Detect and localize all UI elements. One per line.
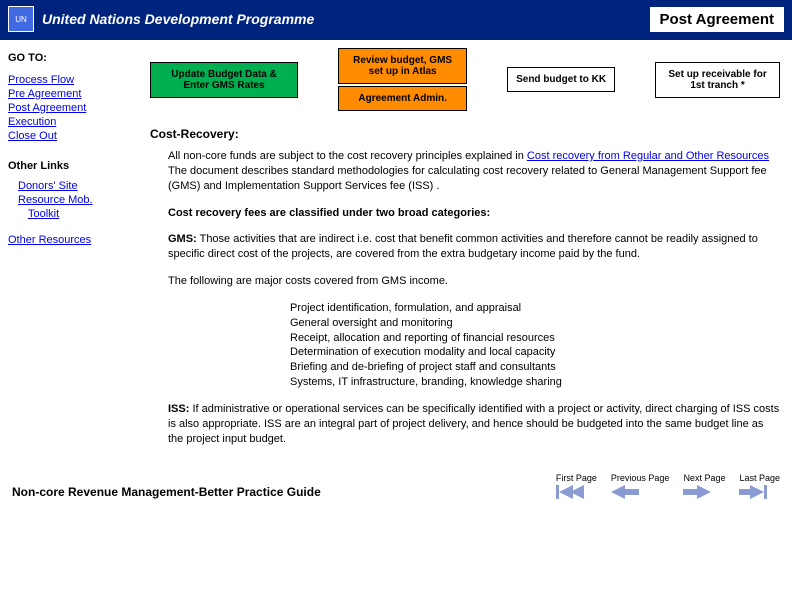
p1b: The document describes standard methodol… [168,165,767,192]
iss-label: ISS: [168,403,189,415]
main-content: Update Budget Data & Enter GMS Rates Rev… [146,40,792,467]
link-resource-mob[interactable]: Resource Mob. [18,194,138,206]
nav-close-out[interactable]: Close Out [8,130,138,142]
arrow-next-icon [683,485,711,499]
arrow-prev-icon [611,485,639,499]
section-cost-recovery: Cost-Recovery: [150,127,780,141]
arrow-first-icon [556,485,584,499]
btn-last-page[interactable]: Last Page [739,473,780,499]
goto-label: GO TO: [8,52,138,64]
iss-text: If administrative or operational service… [168,403,779,445]
gms-intro: The following are major costs covered fr… [168,274,780,289]
btn-label: First Page [556,473,597,483]
flow-send-kk[interactable]: Send budget to KK [507,67,615,92]
para-1: All non-core funds are subject to the co… [168,149,780,194]
gms-item: Receipt, allocation and reporting of fin… [290,331,780,346]
gms-item: Briefing and de-briefing of project staf… [290,360,780,375]
btn-label: Last Page [739,473,780,483]
btn-next-page[interactable]: Next Page [683,473,725,499]
gms-text: Those activities that are indirect i.e. … [168,233,758,260]
gms-item: Determination of execution modality and … [290,345,780,360]
gms-item: Systems, IT infrastructure, branding, kn… [290,375,780,390]
footer: Non-core Revenue Management-Better Pract… [0,467,792,507]
link-toolkit[interactable]: Toolkit [28,208,138,220]
btn-label: Next Page [683,473,725,483]
arrow-last-icon [739,485,767,499]
link-cost-recovery[interactable]: Cost recovery from Regular and Other Res… [527,150,769,162]
flow-review-budget[interactable]: Review budget, GMS set up in Atlas [338,48,467,84]
flow-update-budget[interactable]: Update Budget Data & Enter GMS Rates [150,62,298,98]
sidebar: GO TO: Process Flow Pre Agreement Post A… [0,40,146,467]
btn-first-page[interactable]: First Page [556,473,597,499]
undp-logo: UN [8,6,34,32]
nav-execution[interactable]: Execution [8,116,138,128]
nav-process-flow[interactable]: Process Flow [8,74,138,86]
nav-post-agreement[interactable]: Post Agreement [8,102,138,114]
link-other-resources[interactable]: Other Resources [8,234,138,246]
nav-pre-agreement[interactable]: Pre Agreement [8,88,138,100]
process-flow-row: Update Budget Data & Enter GMS Rates Rev… [150,48,780,111]
gms-para: GMS: Those activities that are indirect … [168,232,780,262]
header-bar: UN United Nations Development Programme … [0,0,792,38]
flow-agreement-admin[interactable]: Agreement Admin. [338,86,467,111]
gms-item: General oversight and monitoring [290,316,780,331]
btn-prev-page[interactable]: Previous Page [611,473,670,499]
para-2: Cost recovery fees are classified under … [168,206,780,221]
org-name: United Nations Development Programme [42,11,314,27]
iss-para: ISS: If administrative or operational se… [168,402,780,447]
page-title: Post Agreement [650,7,784,32]
gms-list: Project identification, formulation, and… [290,301,780,390]
link-donors-site[interactable]: Donors' Site [18,180,138,192]
gms-item: Project identification, formulation, and… [290,301,780,316]
gms-label: GMS: [168,233,197,245]
other-links-label: Other Links [8,160,138,172]
footer-title: Non-core Revenue Management-Better Pract… [12,485,321,499]
p1a: All non-core funds are subject to the co… [168,150,527,162]
flow-receivable[interactable]: Set up receivable for 1st tranch * [655,62,780,98]
btn-label: Previous Page [611,473,670,483]
